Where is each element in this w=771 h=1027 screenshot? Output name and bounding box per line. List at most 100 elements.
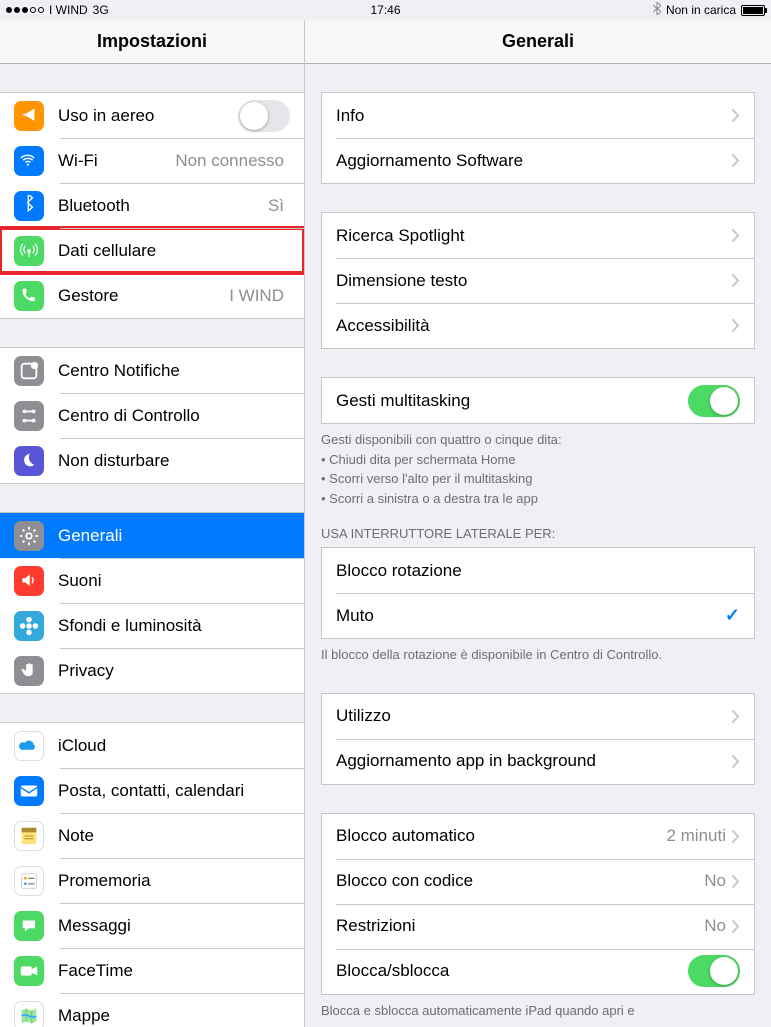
- sidebar-item-label: Promemoria: [58, 871, 290, 891]
- sidebar-item-wallpaper[interactable]: Sfondi e luminosità: [0, 603, 304, 648]
- carrier-value: I WIND: [229, 286, 284, 306]
- cloud-icon: [14, 731, 44, 761]
- row-label: Gesti multitasking: [336, 391, 688, 411]
- chevron-right-icon: [732, 920, 740, 933]
- detail-row-spotlight[interactable]: Ricerca Spotlight: [322, 213, 754, 258]
- detail-row-passlock[interactable]: Blocco con codiceNo: [322, 859, 754, 904]
- detail-row-access[interactable]: Accessibilità: [322, 303, 754, 348]
- video-icon: [14, 956, 44, 986]
- detail-row-swupd[interactable]: Aggiornamento Software: [322, 138, 754, 183]
- sidebar-item-notes[interactable]: Note: [0, 813, 304, 858]
- group-header: USA INTERRUTTORE LATERALE PER:: [305, 508, 771, 547]
- bluetooth-value: Sì: [268, 196, 284, 216]
- sidebar-item-airplane[interactable]: Uso in aereo: [0, 93, 304, 138]
- detail-row-autolock[interactable]: Blocco automatico2 minuti: [322, 814, 754, 859]
- chevron-right-icon: [732, 154, 740, 167]
- signal-strength-icon: [6, 7, 44, 13]
- sidebar-item-icloud[interactable]: iCloud: [0, 723, 304, 768]
- sidebar-item-general[interactable]: Generali: [0, 513, 304, 558]
- autolock-value: 2 minuti: [666, 826, 726, 846]
- sidebar-title: Impostazioni: [0, 20, 304, 64]
- reminders-icon: [14, 866, 44, 896]
- sidebar-item-cellular[interactable]: Dati cellulare: [0, 228, 304, 273]
- sidebar-item-label: Wi-Fi: [58, 151, 175, 171]
- sidebar-item-control[interactable]: Centro di Controllo: [0, 393, 304, 438]
- wifi-icon: [14, 146, 44, 176]
- detail-row-lockrot[interactable]: Blocco rotazione: [322, 548, 754, 593]
- bluetooth-icon: [14, 191, 44, 221]
- moon-icon: [14, 446, 44, 476]
- detail-row-restrict[interactable]: RestrizioniNo: [322, 904, 754, 949]
- speaker-icon: [14, 566, 44, 596]
- sidebar-item-label: Gestore: [58, 286, 229, 306]
- sidebar-item-wifi[interactable]: Wi-FiNon connesso: [0, 138, 304, 183]
- notif-icon: [14, 356, 44, 386]
- sidebar-item-label: Centro di Controllo: [58, 406, 290, 426]
- checkmark-icon: ✓: [725, 605, 740, 626]
- row-label: Blocco rotazione: [336, 561, 740, 581]
- row-label: Ricerca Spotlight: [336, 226, 732, 246]
- airplane-switch[interactable]: [238, 100, 290, 132]
- sidebar-scroll[interactable]: Uso in aereoWi-FiNon connessoBluetoothSì…: [0, 64, 304, 1027]
- flower-icon: [14, 611, 44, 641]
- sidebar-item-label: Mappe: [58, 1006, 290, 1026]
- passlock-value: No: [704, 871, 726, 891]
- detail-scroll[interactable]: Info Aggiornamento Software Ricerca Spotli…: [305, 64, 771, 1027]
- row-label: Aggiornamento Software: [336, 151, 732, 171]
- row-label: Accessibilità: [336, 316, 732, 336]
- detail-row-lockunl[interactable]: Blocca/sblocca: [322, 949, 754, 994]
- row-label: Dimensione testo: [336, 271, 732, 291]
- sidebar-item-reminders[interactable]: Promemoria: [0, 858, 304, 903]
- sidebar-item-label: Suoni: [58, 571, 290, 591]
- sidebar-item-mail[interactable]: Posta, contatti, calendari: [0, 768, 304, 813]
- antenna-icon: [14, 236, 44, 266]
- sidebar-item-facetime[interactable]: FaceTime: [0, 948, 304, 993]
- chevron-right-icon: [732, 830, 740, 843]
- status-bar: I WIND 3G 17:46 Non in carica: [0, 0, 771, 20]
- sidebar-item-label: FaceTime: [58, 961, 290, 981]
- detail-row-usage[interactable]: Utilizzo: [322, 694, 754, 739]
- hand-icon: [14, 656, 44, 686]
- sidebar-item-label: Bluetooth: [58, 196, 268, 216]
- sidebar-item-label: Centro Notifiche: [58, 361, 290, 381]
- detail-row-multitask[interactable]: Gesti multitasking: [322, 378, 754, 423]
- detail-row-bgapp[interactable]: Aggiornamento app in background: [322, 739, 754, 784]
- clock-label: 17:46: [370, 3, 400, 17]
- bubble-icon: [14, 911, 44, 941]
- sidebar-item-label: Posta, contatti, calendari: [58, 781, 290, 801]
- multitask-switch[interactable]: [688, 385, 740, 417]
- sidebar-item-bluetooth[interactable]: BluetoothSì: [0, 183, 304, 228]
- envelope-icon: [14, 776, 44, 806]
- chevron-right-icon: [732, 755, 740, 768]
- bluetooth-status-icon: [653, 2, 661, 18]
- sidebar-item-notif[interactable]: Centro Notifiche: [0, 348, 304, 393]
- carrier-label: I WIND: [49, 3, 88, 17]
- sidebar-item-carrier[interactable]: GestoreI WIND: [0, 273, 304, 318]
- sidebar-item-dnd[interactable]: Non disturbare: [0, 438, 304, 483]
- sidebar-item-label: Sfondi e luminosità: [58, 616, 290, 636]
- lockunl-switch[interactable]: [688, 955, 740, 987]
- chevron-right-icon: [732, 710, 740, 723]
- row-label: Restrizioni: [336, 916, 704, 936]
- detail-row-about[interactable]: Info: [322, 93, 754, 138]
- sidebar-item-label: iCloud: [58, 736, 290, 756]
- sidebar-item-label: Generali: [58, 526, 290, 546]
- restrict-value: No: [704, 916, 726, 936]
- sidebar-item-label: Messaggi: [58, 916, 290, 936]
- sidebar-item-sounds[interactable]: Suoni: [0, 558, 304, 603]
- row-label: Blocca/sblocca: [336, 961, 688, 981]
- detail-row-textsize[interactable]: Dimensione testo: [322, 258, 754, 303]
- row-label: Aggiornamento app in background: [336, 751, 732, 771]
- sidebar-item-maps[interactable]: Mappe: [0, 993, 304, 1027]
- chevron-right-icon: [732, 229, 740, 242]
- sidebar-item-privacy[interactable]: Privacy: [0, 648, 304, 693]
- maps-icon: [14, 1001, 44, 1027]
- sidebar-item-label: Dati cellulare: [58, 241, 290, 261]
- chevron-right-icon: [732, 109, 740, 122]
- control-icon: [14, 401, 44, 431]
- row-label: Blocco con codice: [336, 871, 704, 891]
- group-footer: Gesti disponibili con quattro o cinque d…: [305, 424, 771, 508]
- row-label: Info: [336, 106, 732, 126]
- sidebar-item-messages[interactable]: Messaggi: [0, 903, 304, 948]
- detail-row-mute[interactable]: Muto✓: [322, 593, 754, 638]
